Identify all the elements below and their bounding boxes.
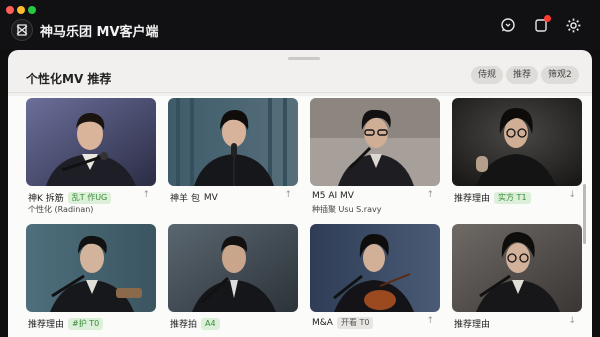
arrow-up-icon[interactable]: ↑: [426, 190, 434, 200]
card-title: 神K 拆筋 乱T 作UG: [28, 191, 112, 204]
filter-chip[interactable]: 侍规: [471, 66, 504, 84]
minimize-window-button[interactable]: [17, 6, 25, 14]
section-title: 个性化MV 推荐: [26, 72, 112, 86]
notification-button[interactable]: [531, 15, 551, 35]
reason-tag: MV: [203, 192, 218, 203]
filter-chip[interactable]: 推荐: [506, 66, 539, 84]
mv-card[interactable]: 推荐理由 ↓: [452, 224, 582, 337]
title-bar: 神马乐团 MV客户端: [0, 0, 600, 50]
card-title: 推荐拍 A4: [170, 317, 220, 330]
mv-thumbnail[interactable]: [310, 224, 440, 312]
mv-grid: 神K 拆筋 乱T 作UG 个性化 (Radinan) ↑ 神羊 包 MV ↑ M…: [8, 96, 592, 337]
scrollbar[interactable]: [583, 184, 586, 244]
notification-badge: [544, 15, 551, 22]
mv-thumbnail[interactable]: [26, 224, 156, 312]
card-label-text: 推荐理由: [454, 320, 491, 330]
arrow-up-icon[interactable]: ↑: [284, 190, 292, 200]
arrow-up-icon[interactable]: ↑: [142, 190, 150, 200]
mv-card[interactable]: 神羊 包 MV ↑: [168, 98, 298, 216]
reason-tag: #护 T0: [68, 317, 104, 330]
arrow-down-icon[interactable]: ↓: [568, 190, 576, 200]
mv-card[interactable]: M&A 开看 T0 ↑: [310, 224, 440, 337]
content-panel: 个性化MV 推荐 侍规 推荐 筛观2 神K 拆筋 乱T 作UG 个性化 (Rad…: [8, 50, 592, 337]
drag-handle[interactable]: [288, 57, 320, 60]
app-title: 神马乐团 MV客户端: [40, 25, 159, 40]
card-title: 神羊 包 MV: [170, 191, 218, 205]
reason-tag: 乱T 作UG: [67, 191, 112, 204]
card-label-text: M5 AI MV: [312, 191, 354, 201]
reason-tag: 实方 T1: [494, 191, 531, 204]
mv-thumbnail[interactable]: [310, 98, 440, 186]
chat-icon[interactable]: [498, 15, 518, 35]
card-label-text: 神羊 包: [170, 194, 200, 204]
card-subtitle: 个性化 (Radinan): [28, 205, 94, 214]
mv-card[interactable]: 神K 拆筋 乱T 作UG 个性化 (Radinan) ↑: [26, 98, 156, 216]
mv-card[interactable]: 推荐理由 实方 T1 ↓: [452, 98, 582, 216]
card-title: M5 AI MV: [312, 191, 354, 201]
card-label-text: 推荐理由: [454, 194, 491, 204]
card-label-text: 推荐理由: [28, 320, 65, 330]
arrow-down-icon[interactable]: ↓: [568, 316, 576, 326]
divider: [8, 92, 592, 93]
close-window-button[interactable]: [6, 6, 14, 14]
mv-thumbnail[interactable]: [452, 98, 582, 186]
reason-tag: 开看 T0: [336, 317, 374, 329]
mv-thumbnail[interactable]: [168, 98, 298, 186]
filter-chip[interactable]: 筛观2: [541, 66, 579, 84]
reason-tag: A4: [201, 317, 220, 330]
card-subtitle: 种插聚 Usu S.ravy: [312, 205, 382, 214]
arrow-up-icon[interactable]: ↑: [426, 316, 434, 326]
card-title: M&A 开看 T0: [312, 317, 374, 329]
card-label-text: 神K 拆筋: [28, 194, 64, 204]
card-label-text: M&A: [312, 318, 333, 328]
card-title: 推荐理由: [454, 317, 490, 330]
mv-thumbnail[interactable]: [168, 224, 298, 312]
mv-card[interactable]: M5 AI MV 种插聚 Usu S.ravy ↑: [310, 98, 440, 216]
card-title: 推荐理由 #护 T0: [28, 317, 104, 330]
mv-card[interactable]: 推荐理由 #护 T0: [26, 224, 156, 337]
mv-card[interactable]: 推荐拍 A4: [168, 224, 298, 337]
card-label-text: 推荐拍: [170, 320, 198, 330]
mv-thumbnail[interactable]: [452, 224, 582, 312]
mv-thumbnail[interactable]: [26, 98, 156, 186]
card-title: 推荐理由 实方 T1: [454, 191, 531, 204]
gear-icon[interactable]: [563, 15, 583, 35]
zoom-window-button[interactable]: [28, 6, 36, 14]
app-logo-icon: [11, 19, 33, 41]
